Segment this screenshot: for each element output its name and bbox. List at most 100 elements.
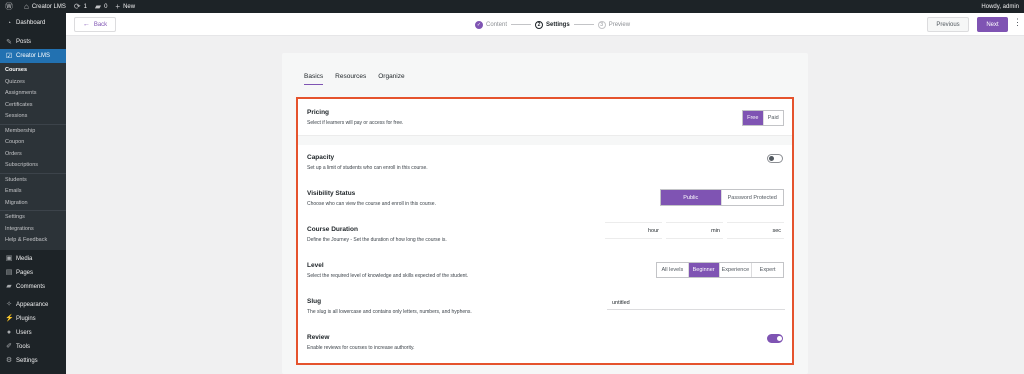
- duration-title: Course Duration: [307, 226, 358, 233]
- visibility-row: Visibility Status Choose who can view th…: [298, 189, 792, 212]
- capacity-row: Capacity Set up a limit of students who …: [298, 154, 792, 176]
- submenu-migration[interactable]: Migration: [0, 198, 66, 210]
- sidebar-item-users[interactable]: ● Users: [0, 326, 66, 340]
- tab-resources[interactable]: Resources: [335, 73, 366, 85]
- account-menu[interactable]: Howdy, admin: [981, 4, 1019, 10]
- duration-min-field[interactable]: min: [666, 222, 723, 239]
- level-beginner-option[interactable]: Beginner: [688, 263, 720, 277]
- level-experience-option[interactable]: Experience: [720, 263, 753, 277]
- step-connector: [511, 24, 532, 25]
- stepper: ✓ Content 2 Settings 3 Preview: [475, 19, 630, 30]
- submenu-certificates[interactable]: Certificates: [0, 100, 66, 112]
- course-editor-topbar: ← Back ✓ Content 2 Settings 3 Preview Previo…: [66, 13, 1024, 36]
- hour-unit: hour: [647, 228, 659, 234]
- submenu-divider: [0, 210, 66, 211]
- sidebar-item-label: Comments: [16, 283, 46, 290]
- wrench-icon: ✐: [6, 343, 12, 350]
- submenu-help[interactable]: Help & Feedback: [0, 235, 66, 247]
- sidebar-item-posts[interactable]: ✎ Posts: [0, 35, 66, 49]
- step-label: Settings: [546, 21, 570, 28]
- capacity-description: Set up a limit of students who can enrol…: [307, 165, 428, 171]
- visibility-password-option[interactable]: Password Protected: [722, 190, 783, 205]
- new-content-link[interactable]: + New: [115, 2, 135, 11]
- sidebar-item-plugins[interactable]: ⚡ Plugins: [0, 312, 66, 326]
- pin-icon: ✎: [6, 38, 12, 46]
- submenu-emails[interactable]: Emails: [0, 186, 66, 198]
- duration-hour-field[interactable]: hour: [605, 222, 662, 239]
- submenu-divider: [0, 123, 66, 125]
- sidebar-item-label: Settings: [16, 357, 38, 364]
- sidebar-item-dashboard[interactable]: ◔ Dashboard: [0, 16, 66, 30]
- submenu-quizzes[interactable]: Quizzes: [0, 77, 66, 89]
- section-gap: [298, 136, 792, 145]
- site-name-link[interactable]: ⌂ Creator LMS: [24, 1, 66, 11]
- back-button[interactable]: ← Back: [74, 17, 116, 32]
- plugin-icon: ⚡: [5, 315, 14, 322]
- comments-link[interactable]: ▰ 0: [94, 1, 108, 11]
- sidebar-item-label: Users: [16, 329, 32, 336]
- next-button[interactable]: Next: [977, 17, 1008, 32]
- sidebar-item-settings[interactable]: ⚙ Settings: [0, 354, 66, 368]
- submenu-membership[interactable]: Membership: [0, 126, 66, 138]
- sidebar-item-tools[interactable]: ✐ Tools: [0, 340, 66, 354]
- submenu-coupon[interactable]: Coupon: [0, 137, 66, 149]
- step-content[interactable]: ✓ Content: [475, 20, 507, 29]
- more-options-icon[interactable]: ⋮: [1013, 18, 1022, 27]
- pricing-paid-option[interactable]: Paid: [764, 111, 784, 125]
- previous-button[interactable]: Previous: [927, 17, 969, 32]
- submenu-subscriptions[interactable]: Subscriptions: [0, 160, 66, 172]
- submenu-orders[interactable]: Orders: [0, 149, 66, 161]
- home-icon: ⌂: [24, 1, 29, 11]
- submenu-assignments[interactable]: Assignments: [0, 88, 66, 100]
- submenu-settings[interactable]: Settings: [0, 212, 66, 224]
- sidebar-item-appearance[interactable]: ✧ Appearance: [0, 298, 66, 312]
- creator-lms-icon: ☑: [5, 52, 13, 60]
- sidebar-item-label: Media: [16, 255, 33, 262]
- capacity-toggle[interactable]: [767, 154, 783, 163]
- review-toggle[interactable]: [767, 334, 783, 343]
- updates-link[interactable]: ⟳ 1: [73, 1, 87, 11]
- slug-row: Slug The slug is all lowercase and conta…: [298, 298, 792, 320]
- toggle-knob: [777, 336, 782, 341]
- level-row: Level Select the required level of knowl…: [298, 262, 792, 284]
- sidebar-item-creator-lms[interactable]: ☑ Creator LMS: [0, 49, 66, 63]
- sidebar-item-media[interactable]: ▣ Media: [0, 252, 66, 266]
- pricing-free-option[interactable]: Free: [743, 111, 764, 125]
- review-description: Enable reviews for courses to increase a…: [307, 345, 415, 351]
- step-preview[interactable]: 3 Preview: [597, 20, 630, 29]
- level-toggle-group: All levels Beginner Experience Expert: [656, 262, 784, 278]
- check-icon: ✓: [475, 20, 483, 29]
- review-title: Review: [307, 334, 330, 341]
- updates-icon: ⟳: [73, 1, 81, 11]
- sidebar-item-comments[interactable]: ▰ Comments: [0, 280, 66, 294]
- sec-unit: sec: [772, 228, 781, 234]
- level-all-option[interactable]: All levels: [657, 263, 689, 277]
- sidebar-item-pages[interactable]: ▤ Pages: [0, 266, 66, 280]
- comment-icon: ▰: [94, 1, 102, 11]
- tab-organize[interactable]: Organize: [378, 73, 404, 85]
- submenu-sessions[interactable]: Sessions: [0, 111, 66, 123]
- level-expert-option[interactable]: Expert: [752, 263, 783, 277]
- sidebar-item-label: Appearance: [16, 301, 49, 308]
- review-row: Review Enable reviews for courses to inc…: [298, 334, 792, 356]
- step-number: 2: [535, 20, 544, 29]
- settings-tabs: Basics Resources Organize: [304, 73, 417, 85]
- visibility-description: Choose who can view the course and enrol…: [307, 201, 436, 207]
- duration-sec-field[interactable]: sec: [727, 222, 784, 239]
- visibility-public-option[interactable]: Public: [661, 190, 722, 205]
- pricing-row: Pricing Select if learners will pay or a…: [298, 99, 792, 136]
- visibility-toggle-group: Public Password Protected: [660, 189, 784, 206]
- tab-basics[interactable]: Basics: [304, 73, 324, 85]
- slug-input[interactable]: untitled: [607, 296, 785, 310]
- step-settings[interactable]: 2 Settings: [535, 20, 570, 29]
- sidebar-item-label: Tools: [16, 343, 31, 350]
- sidebar-item-label: Posts: [16, 39, 32, 45]
- comments-count: 0: [104, 3, 108, 10]
- wordpress-logo[interactable]: Ⓦ: [5, 2, 16, 11]
- admin-sidebar: ◔ Dashboard ✎ Posts ☑ Creator LMS Courses Q…: [0, 13, 66, 374]
- submenu-courses[interactable]: Courses: [0, 65, 66, 77]
- back-label: Back: [93, 21, 108, 28]
- submenu-students[interactable]: Students: [0, 175, 66, 187]
- submenu-integrations[interactable]: Integrations: [0, 224, 66, 236]
- sidebar-item-label: Dashboard: [16, 20, 46, 26]
